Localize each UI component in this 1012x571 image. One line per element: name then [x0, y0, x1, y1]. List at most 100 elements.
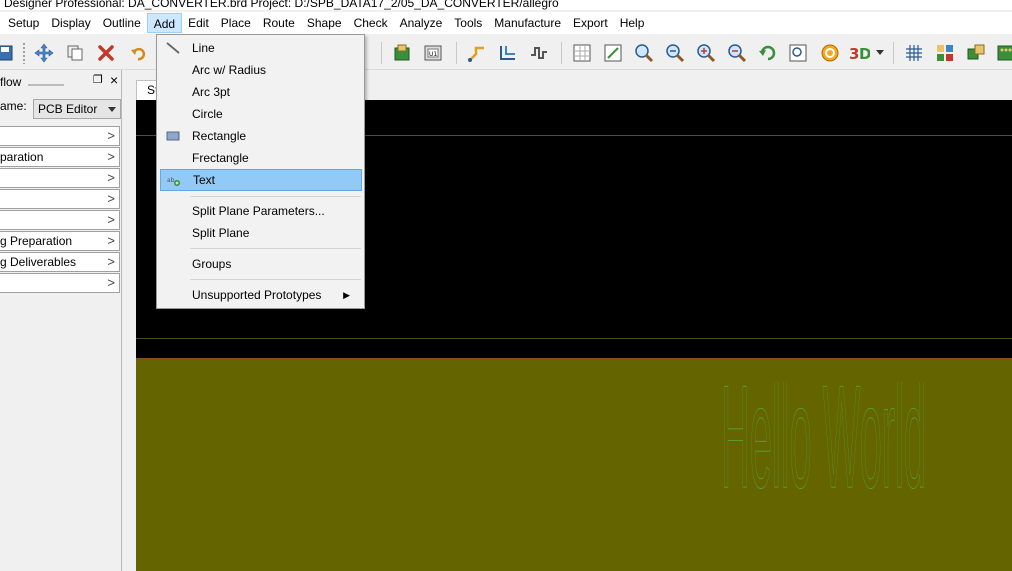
board-text-label: Hello World: [721, 382, 926, 518]
workflow-name-select[interactable]: PCB Editor: [33, 99, 121, 119]
toolbar-grip[interactable]: [22, 42, 26, 64]
svg-text:3: 3: [849, 45, 859, 63]
panel-grip[interactable]: [28, 84, 64, 86]
component-icon[interactable]: [391, 42, 413, 64]
move-icon[interactable]: [33, 42, 55, 64]
add-menu-groups[interactable]: Groups: [160, 253, 362, 275]
delete-icon[interactable]: [95, 42, 117, 64]
toolbar: U1 3D: [0, 36, 1012, 70]
toolbar-separator: [381, 42, 382, 64]
workflow-name-label: ame:: [0, 99, 27, 113]
route-icon[interactable]: [466, 42, 488, 64]
chevron-down-icon: [108, 107, 116, 112]
add-menu-arc-3pt-label: Arc 3pt: [192, 85, 231, 99]
menu-shape[interactable]: Shape: [301, 13, 348, 33]
workflow-item[interactable]: >: [0, 168, 120, 188]
add-menu-line-label: Line: [192, 41, 215, 55]
menu-check[interactable]: Check: [348, 13, 394, 33]
grid-icon[interactable]: [571, 42, 593, 64]
close-icon[interactable]: ×: [110, 73, 118, 87]
menu-setup[interactable]: Setup: [2, 13, 45, 33]
zoom-fit-icon[interactable]: [602, 42, 624, 64]
shadow-icon[interactable]: [965, 42, 987, 64]
zoom-in-icon[interactable]: [633, 42, 655, 64]
chevron-down-icon[interactable]: [874, 42, 886, 64]
menu-tools[interactable]: Tools: [448, 13, 488, 33]
chevron-right-icon: >: [107, 212, 115, 227]
menu-analyze[interactable]: Analyze: [394, 13, 449, 33]
add-menu-frectangle-label: Frectangle: [192, 151, 249, 165]
board-area[interactable]: Hello World: [136, 358, 1012, 571]
add-menu-groups-label: Groups: [192, 257, 232, 271]
add-menu-line[interactable]: Line: [160, 37, 362, 59]
toolbar-separator: [456, 42, 457, 64]
zoom-out-icon[interactable]: [664, 42, 686, 64]
workflow-item-label: g Preparation: [0, 234, 73, 248]
chevron-right-icon: >: [107, 254, 115, 269]
zoom-previous-icon[interactable]: [695, 42, 717, 64]
workflow-panel: flow ❐ × ame: PCB Editor > paration > > >…: [0, 70, 122, 571]
toolbar-separator: [893, 42, 894, 64]
redraw-icon[interactable]: [819, 42, 841, 64]
delay-tune-icon[interactable]: [528, 42, 550, 64]
add-menu-unsupported-prototypes-label: Unsupported Prototypes: [192, 288, 322, 302]
add-menu-circle[interactable]: Circle: [160, 103, 362, 125]
save-icon[interactable]: [0, 42, 16, 64]
copy-icon[interactable]: [64, 42, 86, 64]
add-menu-frectangle[interactable]: Frectangle: [160, 147, 362, 169]
add-menu-split-plane-parameters-label: Split Plane Parameters...: [192, 204, 325, 218]
menu-separator: [190, 248, 361, 249]
zoom-world-icon[interactable]: [726, 42, 748, 64]
menu-edit[interactable]: Edit: [182, 13, 215, 33]
grid-toggle-icon[interactable]: [903, 42, 925, 64]
menu-separator: [190, 196, 361, 197]
add-menu-split-plane-parameters[interactable]: Split Plane Parameters...: [160, 200, 362, 222]
workflow-panel-header: flow ❐ ×: [0, 72, 122, 92]
zoom-sheet-icon[interactable]: [787, 42, 809, 64]
workflow-item[interactable]: >: [0, 210, 120, 230]
menu-add[interactable]: Add: [146, 13, 183, 33]
menu-place[interactable]: Place: [215, 13, 257, 33]
add-menu-circle-label: Circle: [192, 107, 223, 121]
add-menu-split-plane-label: Split Plane: [192, 226, 250, 240]
workflow-item[interactable]: g Deliverables >: [0, 252, 120, 272]
rectangle-icon: [166, 131, 180, 141]
add-menu-unsupported-prototypes[interactable]: Unsupported Prototypes ▶: [160, 284, 362, 306]
svg-text:D: D: [859, 45, 870, 63]
chevron-right-icon: >: [107, 128, 115, 143]
u1-icon[interactable]: U1: [422, 42, 444, 64]
add-menu-rectangle-label: Rectangle: [192, 129, 247, 143]
workflow-item[interactable]: >: [0, 126, 120, 146]
menu-route[interactable]: Route: [257, 13, 301, 33]
menu-manufacture[interactable]: Manufacture: [488, 13, 567, 33]
window-title: Designer Professional: DA_CONVERTER.brd …: [4, 0, 559, 10]
menu-display[interactable]: Display: [45, 13, 96, 33]
color-icon[interactable]: [934, 42, 956, 64]
restore-icon[interactable]: ❐: [93, 74, 105, 86]
layer-icon[interactable]: [995, 42, 1012, 64]
refresh-icon[interactable]: [757, 42, 779, 64]
slide-icon[interactable]: [497, 42, 519, 64]
board-text[interactable]: Hello World: [721, 382, 936, 532]
workflow-item[interactable]: >: [0, 189, 120, 209]
workflow-item[interactable]: >: [0, 273, 120, 293]
workflow-item-label: paration: [0, 150, 44, 164]
workflow-item[interactable]: paration >: [0, 147, 120, 167]
canvas-band[interactable]: [136, 338, 1012, 358]
undo-icon[interactable]: [127, 42, 149, 64]
svg-text:U1: U1: [429, 51, 437, 58]
add-menu-dropdown: Line Arc w/ Radius Arc 3pt Circle Rectan…: [156, 34, 365, 309]
menu-help[interactable]: Help: [614, 13, 651, 33]
add-menu-arc-3pt[interactable]: Arc 3pt: [160, 81, 362, 103]
chevron-right-icon: >: [107, 149, 115, 164]
add-menu-split-plane[interactable]: Split Plane: [160, 222, 362, 244]
line-icon: [166, 42, 180, 54]
add-menu-arc-radius[interactable]: Arc w/ Radius: [160, 59, 362, 81]
add-menu-text[interactable]: ab Text: [160, 169, 362, 191]
workflow-item[interactable]: g Preparation >: [0, 231, 120, 251]
3d-icon[interactable]: 3D: [848, 42, 870, 64]
menu-outline[interactable]: Outline: [97, 13, 147, 33]
add-menu-rectangle[interactable]: Rectangle: [160, 125, 362, 147]
workflow-name-value: PCB Editor: [38, 102, 98, 116]
menu-export[interactable]: Export: [567, 13, 614, 33]
